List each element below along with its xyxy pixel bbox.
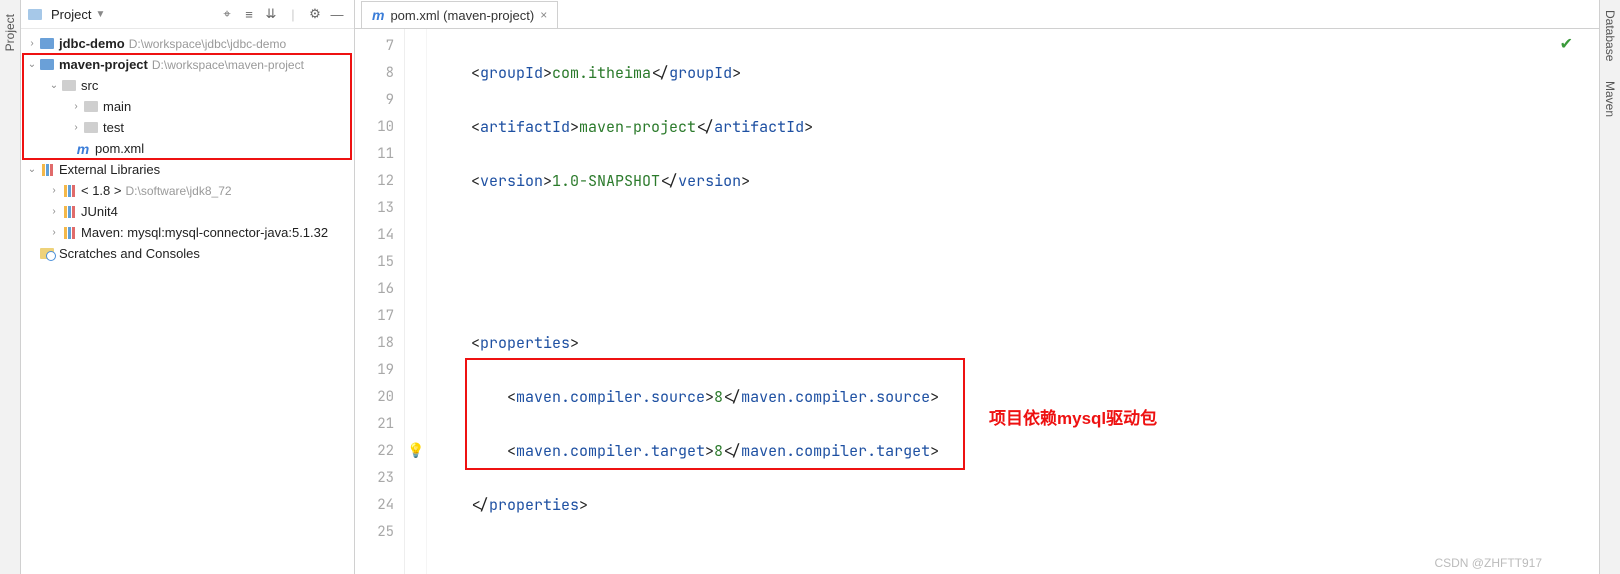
library-icon xyxy=(61,225,77,241)
editor-area: m pom.xml (maven-project) × 7 8 9 10 11 … xyxy=(355,0,1599,574)
tree-node-jdbc-demo[interactable]: › jdbc-demo D:\workspace\jdbc\jdbc-demo xyxy=(21,33,354,54)
divider: | xyxy=(284,5,302,23)
library-icon xyxy=(61,204,77,220)
chevron-right-icon[interactable]: › xyxy=(47,185,61,196)
chevron-right-icon[interactable]: › xyxy=(25,38,39,49)
chevron-right-icon[interactable]: › xyxy=(47,227,61,238)
panel-title[interactable]: Project ▼ xyxy=(27,6,105,22)
editor-body[interactable]: 7 8 9 10 11 12 13 14 15 16 17 18 19 20 2… xyxy=(355,29,1599,574)
tab-label: pom.xml (maven-project) xyxy=(390,8,534,23)
maven-file-icon: m xyxy=(372,7,384,23)
module-icon xyxy=(39,57,55,73)
tree-node-pom[interactable]: m pom.xml xyxy=(21,138,354,159)
tree-node-mysql-lib[interactable]: › Maven: mysql:mysql-connector-java:5.1.… xyxy=(21,222,354,243)
annotation-label: 项目依赖mysql驱动包 xyxy=(989,405,1157,432)
project-icon xyxy=(27,6,43,22)
tree-node-junit[interactable]: › JUnit4 xyxy=(21,201,354,222)
project-tree[interactable]: › jdbc-demo D:\workspace\jdbc\jdbc-demo … xyxy=(21,29,354,268)
folder-icon xyxy=(83,99,99,115)
expand-all-icon[interactable]: ≡ xyxy=(240,5,258,23)
tab-pom[interactable]: m pom.xml (maven-project) × xyxy=(361,1,558,28)
folder-icon xyxy=(83,120,99,136)
check-icon[interactable]: ✔ xyxy=(1560,34,1573,54)
chevron-right-icon[interactable]: › xyxy=(69,122,83,133)
panel-title-text: Project xyxy=(51,7,91,22)
chevron-right-icon[interactable]: › xyxy=(47,206,61,217)
project-tool-label[interactable]: Project xyxy=(3,14,17,51)
fold-column: 💡 xyxy=(405,29,427,574)
watermark: CSDN @ZHFTT917 xyxy=(1434,556,1542,570)
libraries-icon xyxy=(39,162,55,178)
close-icon[interactable]: × xyxy=(540,8,547,22)
maven-file-icon: m xyxy=(75,141,91,157)
database-tool-label[interactable]: Database xyxy=(1603,10,1617,61)
line-gutter: 7 8 9 10 11 12 13 14 15 16 17 18 19 20 2… xyxy=(355,29,405,574)
tree-node-main[interactable]: › main xyxy=(21,96,354,117)
library-icon xyxy=(61,183,77,199)
gear-icon[interactable]: ⚙ xyxy=(306,5,324,23)
tree-node-maven-project[interactable]: ⌄ maven-project D:\workspace\maven-proje… xyxy=(21,54,354,75)
folder-icon xyxy=(61,78,77,94)
locate-icon[interactable]: ⌖ xyxy=(218,5,236,23)
scratch-icon xyxy=(39,246,55,262)
module-icon xyxy=(39,36,55,52)
tree-node-src[interactable]: ⌄ src xyxy=(21,75,354,96)
right-tool-rail[interactable]: Database Maven xyxy=(1599,0,1620,574)
chevron-down-icon: ▼ xyxy=(95,9,105,20)
left-tool-rail[interactable]: Project xyxy=(0,0,21,574)
project-panel: Project ▼ ⌖ ≡ ⇊ | ⚙ — › jdbc-demo D:\wor… xyxy=(21,0,355,574)
chevron-down-icon[interactable]: ⌄ xyxy=(25,164,39,175)
chevron-down-icon[interactable]: ⌄ xyxy=(47,80,61,91)
bulb-icon[interactable]: 💡 xyxy=(407,442,424,459)
tree-node-scratches[interactable]: Scratches and Consoles xyxy=(21,243,354,264)
tree-node-jdk[interactable]: › < 1.8 > D:\software\jdk8_72 xyxy=(21,180,354,201)
tree-node-external-libs[interactable]: ⌄ External Libraries xyxy=(21,159,354,180)
tree-node-test[interactable]: › test xyxy=(21,117,354,138)
panel-header: Project ▼ ⌖ ≡ ⇊ | ⚙ — xyxy=(21,0,354,29)
hide-icon[interactable]: — xyxy=(328,5,346,23)
chevron-down-icon[interactable]: ⌄ xyxy=(25,59,39,70)
code-editor[interactable]: <groupId>com.itheima</groupId> <artifact… xyxy=(427,29,1599,574)
collapse-all-icon[interactable]: ⇊ xyxy=(262,5,280,23)
editor-tabs: m pom.xml (maven-project) × xyxy=(355,0,1599,29)
maven-tool-label[interactable]: Maven xyxy=(1603,81,1617,117)
chevron-right-icon[interactable]: › xyxy=(69,101,83,112)
